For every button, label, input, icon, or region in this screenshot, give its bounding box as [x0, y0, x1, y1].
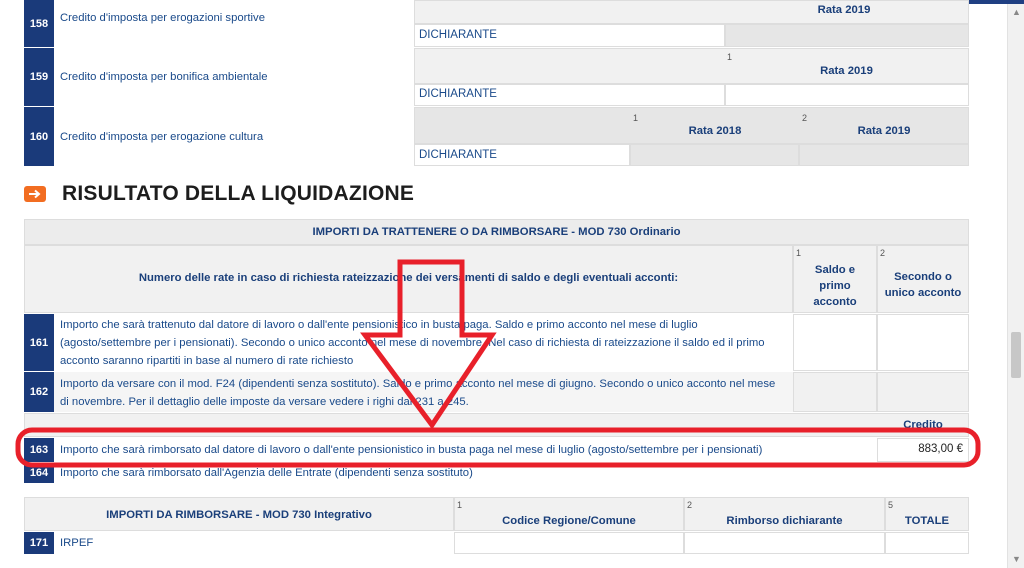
- row-label-line: di novembre. Per il dettaglio delle impo…: [60, 396, 469, 408]
- rate-label: Rata 2019: [820, 65, 873, 77]
- row-label-line: Importo che sarà trattenuto dal datore d…: [60, 319, 698, 331]
- table-row: 161 Importo che sarà trattenuto dal dato…: [24, 314, 969, 371]
- totale-input[interactable]: [885, 532, 969, 554]
- declarant-label: DICHIARANTE: [419, 29, 497, 41]
- rate-label: Rata 2019: [817, 4, 871, 16]
- row-label-line: acconto saranno ripartiti in base al num…: [60, 355, 354, 367]
- row-number: 163: [24, 438, 54, 462]
- column-index: 1: [457, 500, 463, 510]
- row-number: 171: [24, 532, 54, 554]
- column-index: 2: [880, 248, 886, 258]
- col2-header: Secondo o unico acconto: [877, 269, 969, 301]
- declarant-label: DICHIARANTE: [419, 149, 497, 161]
- col1-header-line: acconto: [813, 296, 857, 308]
- credit-value: 883,00 €: [918, 443, 963, 455]
- codice-input[interactable]: [454, 532, 684, 554]
- acconto-input[interactable]: [877, 372, 969, 412]
- row-number: 159: [24, 48, 54, 106]
- row-label-line: (agosto/settembre per i pensionati). Sec…: [60, 337, 765, 349]
- col2-header-line: unico acconto: [884, 287, 962, 299]
- column-index: 1: [796, 248, 802, 258]
- col-header: TOTALE: [904, 515, 950, 527]
- column-index: 5: [888, 500, 894, 510]
- row-label: Credito d'imposta per erogazione cultura: [54, 107, 415, 166]
- rate-label: Rata 2018: [688, 125, 742, 137]
- rate-question-label: Numero delle rate in caso di richiesta r…: [138, 272, 679, 284]
- rate-input-cell[interactable]: [725, 24, 969, 47]
- table-row: 158 Credito d'imposta per erogazioni spo…: [24, 0, 969, 47]
- col2-header-line: Secondo o: [894, 271, 952, 283]
- arrow-right-icon: [24, 186, 46, 202]
- integrativo-header: IMPORTI DA RIMBORSARE - MOD 730 Integrat…: [106, 509, 372, 521]
- table-row: 160 Credito d'imposta per erogazione cul…: [24, 107, 969, 166]
- table-row-highlighted: 163 Importo che sarà rimborsato dal dato…: [24, 438, 969, 462]
- rate-input-cell[interactable]: [799, 144, 969, 166]
- column-index: 2: [802, 113, 808, 123]
- declarant-label: DICHIARANTE: [419, 88, 497, 100]
- section-heading: RISULTATO DELLA LIQUIDAZIONE: [24, 180, 414, 208]
- section-title: RISULTATO DELLA LIQUIDAZIONE: [62, 182, 415, 205]
- row-label: Importo da versare con il mod. F24 (dipe…: [54, 372, 793, 412]
- table-row: 164 Importo che sarà rimborsato dall'Age…: [24, 463, 969, 483]
- row-label: Credito d'imposta per erogazioni sportiv…: [54, 0, 415, 47]
- column-index: 1: [727, 52, 733, 62]
- column-index: 1: [633, 113, 639, 123]
- credito-label: Credito: [903, 419, 943, 431]
- row-label-line: Importo da versare con il mod. F24 (dipe…: [60, 378, 776, 390]
- vertical-scrollbar[interactable]: ▲ ▼: [1007, 4, 1024, 568]
- row-label: Importo che sarà rimborsato dall'Agenzia…: [54, 463, 877, 483]
- row-label: Importo che sarà trattenuto dal datore d…: [54, 314, 793, 371]
- col1-header-line: primo: [819, 280, 851, 292]
- row-number: 160: [24, 107, 54, 166]
- liquidazione-header-title: IMPORTI DA TRATTENERE O DA RIMBORSARE - …: [312, 226, 681, 238]
- scroll-up-icon[interactable]: ▲: [1012, 8, 1021, 17]
- col1-header: Saldo e primo acconto: [793, 262, 877, 310]
- row-label: Credito d'imposta per bonifica ambiental…: [54, 48, 415, 106]
- table-row: 162 Importo da versare con il mod. F24 (…: [24, 372, 969, 412]
- col-header: Codice Regione/Comune: [502, 515, 636, 527]
- rate-input-cell[interactable]: [725, 84, 969, 106]
- row-number: 164: [24, 463, 54, 483]
- rate-label: Rata 2019: [857, 125, 911, 137]
- row-label: IRPEF: [54, 532, 454, 554]
- scrollbar-thumb[interactable]: [1011, 332, 1021, 378]
- rate-input-cell[interactable]: [630, 144, 799, 166]
- row-number: 162: [24, 372, 54, 412]
- row-number: 161: [24, 314, 54, 371]
- scroll-down-icon[interactable]: ▼: [1012, 555, 1021, 564]
- column-index: 2: [687, 500, 693, 510]
- row-label: Importo che sarà rimborsato dal datore d…: [54, 438, 877, 462]
- col-header: Rimborso dichiarante: [726, 515, 843, 527]
- row-number: 158: [24, 0, 54, 47]
- table-row: 171 IRPEF: [24, 532, 969, 554]
- saldo-input[interactable]: [793, 314, 877, 371]
- col1-header-line: Saldo e: [814, 264, 856, 276]
- acconto-input[interactable]: [877, 314, 969, 371]
- saldo-input[interactable]: [793, 372, 877, 412]
- credito-header-row: [24, 413, 969, 437]
- rimborso-input[interactable]: [684, 532, 885, 554]
- table-row: 159 Credito d'imposta per bonifica ambie…: [24, 48, 969, 106]
